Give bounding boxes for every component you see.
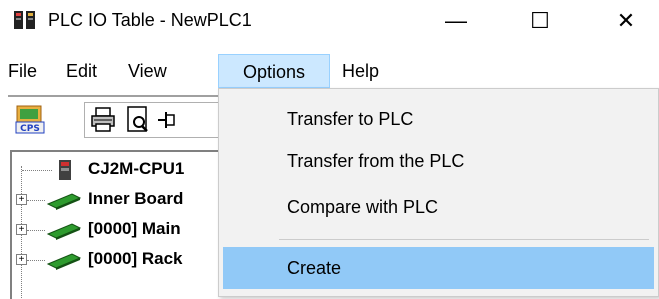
close-icon: ✕ [616,8,636,33]
minimize-icon: — [445,8,467,33]
expand-icon[interactable]: + [16,224,27,235]
board-icon [46,220,82,240]
expand-icon[interactable]: + [16,194,27,205]
maximize-button[interactable]: ☐ [510,0,570,42]
title-bar: PLC IO Table - NewPLC1 — ☐ ✕ [0,0,659,45]
print-preview-button[interactable] [122,104,154,136]
tree-item-rack[interactable]: + [0000] Rack [12,246,224,274]
board-icon [46,190,82,210]
tree-item-label: CJ2M-CPU1 [88,159,185,178]
expand-icon[interactable]: + [16,254,27,265]
window-title: PLC IO Table - NewPLC1 [48,10,252,30]
cpu-icon [56,159,74,181]
menu-item-transfer-to-plc[interactable]: Transfer to PLC [219,99,658,139]
tree-connector [22,170,52,171]
printer-icon [91,107,115,132]
pin-button[interactable] [152,104,184,136]
tree-connector [27,260,45,261]
maximize-icon: ☐ [530,8,550,33]
print-preview-icon [127,106,148,132]
menu-item-label: Transfer to PLC [287,109,414,129]
close-button[interactable]: ✕ [596,0,656,42]
pin-icon [158,112,175,128]
tree-item-label: [0000] Main [88,219,181,238]
menu-file[interactable]: File [8,54,37,88]
cps-icon-text: CPS [20,124,40,134]
menu-separator [279,239,649,240]
menu-help[interactable]: Help [342,54,379,88]
tree-item-inner-board[interactable]: + Inner Board [12,186,224,214]
menu-item-label: Create [287,258,342,278]
menu-item-label: Compare with PLC [287,197,439,217]
menu-item-label: Transfer from the PLC [287,151,465,171]
tree-item-label: Inner Board [88,189,184,208]
io-tree: CJ2M-CPU1 + Inner Board + [0000] Main + [10,150,224,299]
menu-edit[interactable]: Edit [66,54,97,88]
options-dropdown: Transfer to PLC Transfer from the PLC Co… [218,88,659,297]
print-button[interactable] [88,104,120,136]
plc-app-icon [12,8,38,32]
menu-item-create[interactable]: Create [223,247,654,289]
tree-connector [27,200,45,201]
menu-item-compare-with-plc[interactable]: Compare with PLC [219,187,658,227]
toolbar-separator [8,95,222,98]
menu-bar: File Edit View Options Help [0,54,659,88]
tree-item-main-rack[interactable]: + [0000] Main [12,216,224,244]
cps-icon: CPS [15,105,45,134]
minimize-button[interactable]: — [426,0,486,42]
tree-item-label: [0000] Rack [88,249,183,268]
menu-item-transfer-from-plc[interactable]: Transfer from the PLC [219,141,658,181]
menu-options[interactable]: Options [218,54,330,88]
tree-item-cpu[interactable]: CJ2M-CPU1 [12,156,224,184]
tree-connector [27,230,45,231]
menu-view[interactable]: View [128,54,167,88]
cps-button[interactable]: CPS [14,104,46,136]
board-icon [46,250,82,270]
